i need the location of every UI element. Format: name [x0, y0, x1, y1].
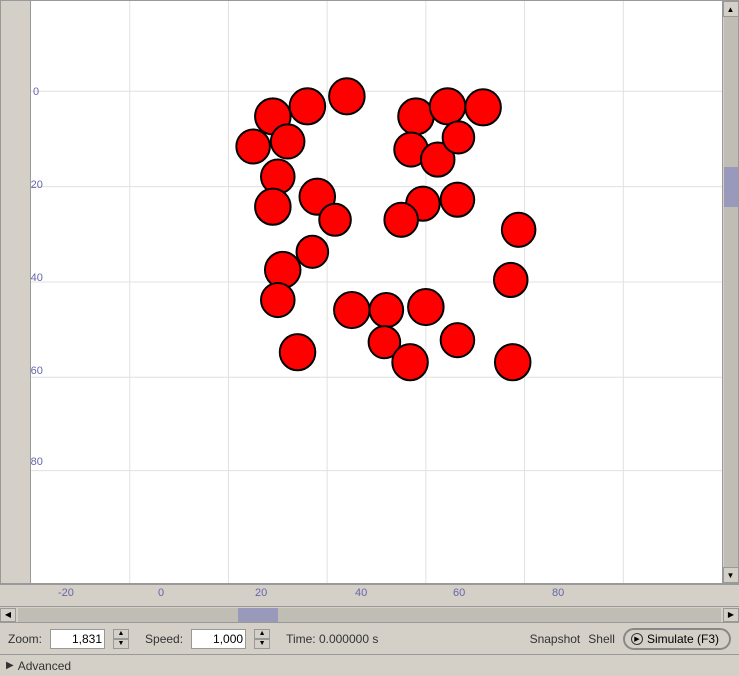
plot-area: 0 -20 -40 -60 -80 ▲ ▼	[0, 0, 739, 584]
main-container: 0 -20 -40 -60 -80 ▲ ▼ -20 0 20 40 60 80 …	[0, 0, 739, 676]
zoom-down-btn[interactable]: ▼	[113, 639, 129, 649]
scroll-thumb-h[interactable]	[238, 608, 278, 622]
x-label-0: 0	[158, 587, 164, 599]
horizontal-scrollbar[interactable]: ◀ ▶	[0, 606, 739, 622]
advanced-arrow: ▶	[6, 660, 14, 671]
x-label-80: 80	[552, 587, 564, 599]
scroll-track-h[interactable]	[18, 608, 721, 622]
speed-input[interactable]	[191, 629, 246, 649]
scroll-right-btn[interactable]: ▶	[723, 608, 739, 622]
x-label-20: 20	[255, 587, 267, 599]
time-display: Time: 0.000000 s	[286, 632, 378, 646]
zoom-label: Zoom:	[8, 632, 42, 646]
x-axis: -20 0 20 40 60 80	[0, 584, 739, 606]
zoom-up-btn[interactable]: ▲	[113, 629, 129, 639]
x-label-60: 60	[453, 587, 465, 599]
y-label-80: -80	[31, 456, 43, 468]
speed-up-btn[interactable]: ▲	[254, 629, 270, 639]
plot-svg	[31, 1, 722, 583]
scroll-up-btn[interactable]: ▲	[723, 1, 739, 17]
speed-label: Speed:	[145, 632, 183, 646]
speed-spinner[interactable]: ▲ ▼	[254, 629, 270, 649]
shell-button[interactable]: Shell	[588, 632, 615, 646]
y-label-0: 0	[33, 86, 39, 98]
speed-down-btn[interactable]: ▼	[254, 639, 270, 649]
scroll-down-btn[interactable]: ▼	[723, 567, 739, 583]
y-axis	[1, 1, 31, 583]
y-label-40: -40	[31, 272, 43, 284]
play-icon: ▶	[631, 633, 643, 645]
scroll-left-btn[interactable]: ◀	[0, 608, 16, 622]
advanced-label[interactable]: Advanced	[18, 659, 71, 673]
zoom-spinner[interactable]: ▲ ▼	[113, 629, 129, 649]
vertical-scrollbar[interactable]: ▲ ▼	[722, 1, 738, 583]
simulate-label: Simulate (F3)	[647, 632, 719, 646]
y-label-20: -20	[31, 179, 43, 191]
advanced-row[interactable]: ▶ Advanced	[0, 654, 739, 676]
x-label-40: 40	[355, 587, 367, 599]
y-label-60: -60	[31, 365, 43, 377]
toolbar: Zoom: ▲ ▼ Speed: ▲ ▼ Time: 0.000000 s Sn…	[0, 622, 739, 654]
simulate-button[interactable]: ▶ Simulate (F3)	[623, 628, 731, 650]
scroll-thumb-v[interactable]	[724, 167, 738, 207]
zoom-input[interactable]	[50, 629, 105, 649]
plot-canvas[interactable]: 0 -20 -40 -60 -80	[31, 1, 722, 583]
snapshot-button[interactable]: Snapshot	[530, 632, 581, 646]
x-label-n20: -20	[58, 587, 74, 599]
scroll-track-v[interactable]	[724, 17, 738, 567]
